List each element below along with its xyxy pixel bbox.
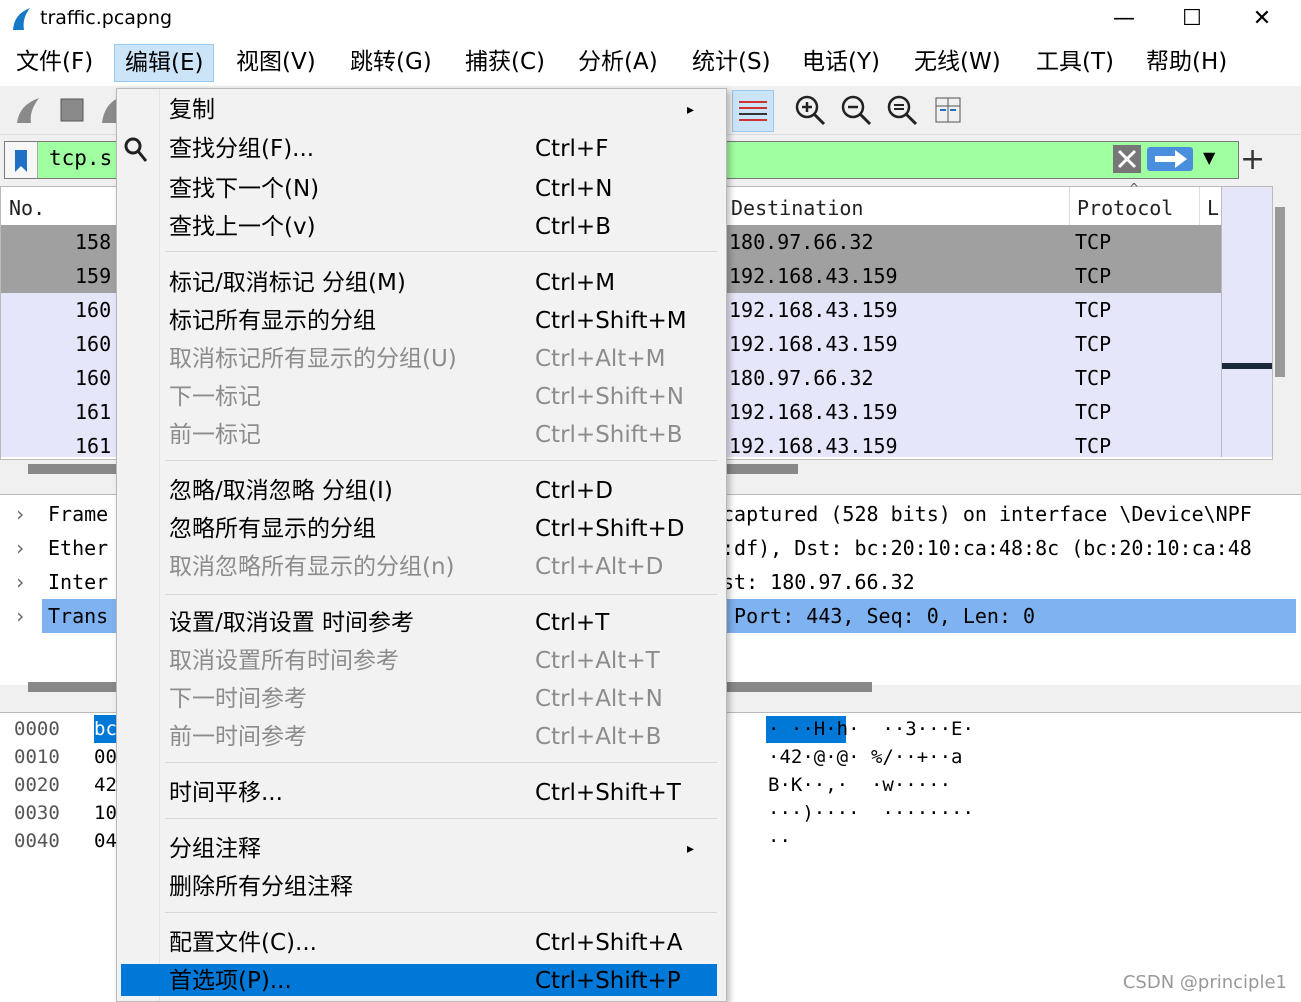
menu-go[interactable]: 跳转(G) [340,44,442,80]
menu-separator [165,460,717,461]
menu-item-ignore-all-displayed[interactable]: 忽略所有显示的分组 Ctrl+Shift+D [117,510,726,548]
resize-columns-icon[interactable] [928,90,968,130]
menu-item-packet-comment[interactable]: 分组注释 ▸ [117,830,726,868]
zoom-reset-icon[interactable] [882,90,922,130]
menu-statistics[interactable]: 统计(S) [682,44,781,80]
menu-tools[interactable]: 工具(T) [1026,44,1124,80]
menu-item-previous-mark[interactable]: 前一标记 Ctrl+Shift+B [117,416,726,454]
menu-bar: 文件(F) 编辑(E) 视图(V) 跳转(G) 捕获(C) 分析(A) 统计(S… [0,38,1301,86]
menu-item-unmark-all-displayed[interactable]: 取消标记所有显示的分组(U) Ctrl+Alt+M [117,340,726,378]
menu-separator [165,818,717,819]
menu-item-unset-all-time-references[interactable]: 取消设置所有时间参考 Ctrl+Alt+T [117,642,726,680]
menu-item-previous-time-reference[interactable]: 前一时间参考 Ctrl+Alt+B [117,718,726,756]
menu-edit[interactable]: 编辑(E) [114,44,215,82]
menu-capture[interactable]: 捕获(C) [455,44,555,80]
menu-help[interactable]: 帮助(H) [1136,44,1237,80]
column-header-protocol[interactable]: Protocol [1077,187,1173,227]
watermark: CSDN @principle1 [1122,972,1287,993]
menu-item-time-reference[interactable]: 设置/取消设置 时间参考 Ctrl+T [117,604,726,642]
menu-item-mark-packet[interactable]: 标记/取消标记 分组(M) Ctrl+M [117,264,726,302]
menu-item-find-packet[interactable]: 查找分组(F)... Ctrl+F [117,130,726,168]
close-button[interactable]: ✕ [1232,0,1292,36]
menu-item-copy[interactable]: 复制 ▸ [117,91,726,129]
wireshark-fin-icon [13,8,30,30]
apply-filter-icon[interactable] [1147,147,1193,171]
filter-text: tcp.s [49,146,113,170]
menu-item-preferences[interactable]: 首选项(P)... Ctrl+Shift+P [121,964,717,996]
title-bar: traffic.pcapng — ☐ ✕ [0,0,1301,38]
menu-wireless[interactable]: 无线(W) [904,44,1011,80]
menu-item-mark-all-displayed[interactable]: 标记所有显示的分组 Ctrl+Shift+M [117,302,726,340]
expand-icon: › [14,604,27,628]
menu-item-next-time-reference[interactable]: 下一时间参考 Ctrl+Alt+N [117,680,726,718]
menu-analyze[interactable]: 分析(A) [568,44,668,80]
column-header-length[interactable]: L [1207,187,1219,227]
stop-capture-icon[interactable] [52,90,92,130]
edit-menu-dropdown: 复制 ▸ 查找分组(F)... Ctrl+F 查找下一个(N) Ctrl+N 查… [116,88,727,1002]
submenu-arrow-icon: ▸ [687,102,695,118]
zoom-out-icon[interactable] [836,90,876,130]
menu-view[interactable]: 视图(V) [226,44,326,80]
menu-item-time-shift[interactable]: 时间平移... Ctrl+Shift+T [117,774,726,812]
menu-separator [165,594,717,595]
add-filter-button-icon[interactable]: + [1240,142,1265,177]
menu-separator [165,912,717,913]
expand-icon: › [14,570,27,594]
menu-item-delete-all-comments[interactable]: 删除所有分组注释 [117,868,726,906]
menu-separator [165,762,717,763]
expand-icon: › [14,502,27,526]
window-title: traffic.pcapng [40,7,173,29]
menu-file[interactable]: 文件(F) [6,44,103,80]
column-header-destination[interactable]: Destination [731,187,863,227]
start-capture-icon[interactable] [8,90,48,130]
maximize-button[interactable]: ☐ [1162,0,1222,36]
menu-telephony[interactable]: 电话(Y) [792,44,890,80]
packet-list-scrollbar[interactable] [1275,207,1285,377]
menu-item-find-previous[interactable]: 查找上一个(v) Ctrl+B [117,208,726,246]
clear-filter-icon[interactable] [1113,145,1141,173]
colorize-icon[interactable] [732,90,774,132]
expand-icon: › [14,536,27,560]
menu-item-configuration-profiles[interactable]: 配置文件(C)... Ctrl+Shift+A [117,924,726,962]
menu-item-find-next[interactable]: 查找下一个(N) Ctrl+N [117,170,726,208]
zoom-in-icon[interactable] [790,90,830,130]
minimize-button[interactable]: — [1094,0,1154,36]
sort-ascending-icon: ^ [1129,181,1140,195]
filter-history-dropdown-icon[interactable]: ▼ [1203,148,1215,167]
submenu-arrow-icon: ▸ [687,841,695,857]
menu-separator [165,251,717,252]
column-header-no[interactable]: No. [9,187,45,227]
bookmark-icon[interactable] [5,142,38,178]
menu-item-next-mark[interactable]: 下一标记 Ctrl+Shift+N [117,378,726,416]
menu-item-unignore-all-displayed[interactable]: 取消忽略所有显示的分组(n) Ctrl+Alt+D [117,548,726,586]
menu-item-ignore-packet[interactable]: 忽略/取消忽略 分组(I) Ctrl+D [117,472,726,510]
search-icon [124,137,148,162]
packet-minimap[interactable] [1221,187,1272,457]
